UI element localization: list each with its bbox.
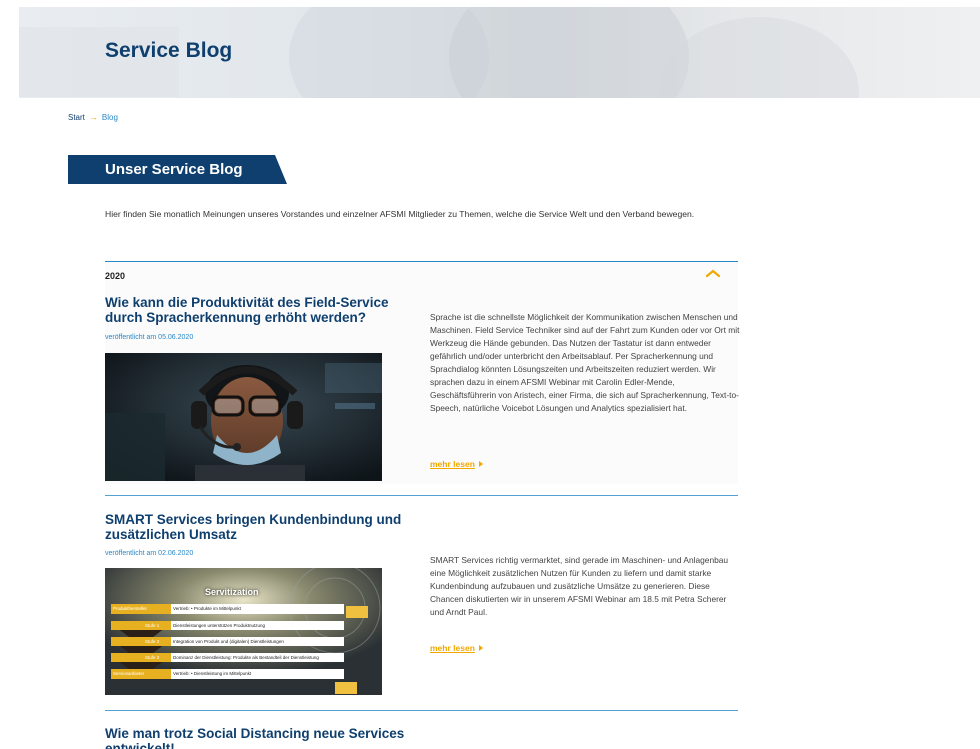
read-more-link[interactable]: mehr lesen [430,459,483,469]
breadcrumb: Start → Blog [68,112,118,122]
chevron-up-icon[interactable] [706,268,720,278]
read-more-label: mehr lesen [430,643,475,653]
read-more-link[interactable]: mehr lesen [430,643,483,653]
post-divider [105,710,738,711]
post-excerpt: SMART Services richtig vermarktet, sind … [430,555,729,617]
post-title[interactable]: SMART Services bringen Kundenbindung und… [105,512,415,542]
post-image[interactable] [105,353,382,481]
post-divider [105,495,738,496]
hero-bg-shape [659,17,859,98]
headset-photo [105,353,382,481]
graphic-row-text: Vertrieb: • Dienstleistung im Mittelpunk… [171,669,344,679]
arrow-right-icon: → [88,112,98,122]
graphic-row: Serviceanbieter Vertrieb: • Dienstleistu… [111,669,344,679]
graphic-row-text: Vertrieb: • Produkte im Mittelpunkt [171,604,344,614]
read-more-label: mehr lesen [430,459,475,469]
graphic-row-tag: Produkthersteller [111,604,171,614]
graphic-row-text: Dienstleistungen unterstützen Produktnut… [171,621,344,630]
breadcrumb-start-link[interactable]: Start [68,113,85,122]
graphic-heading: Servitization [205,587,259,597]
graphic-row-tag: Stufe 2 [111,637,171,646]
caret-right-icon [478,645,483,651]
graphic-row: Stufe 2 Integration von Produkt und (dig… [111,637,344,646]
post-title[interactable]: Wie man trotz Social Distancing neue Ser… [105,726,415,749]
accordion-year-label[interactable]: 2020 [105,271,125,281]
accordion-top-border [105,261,738,262]
post-excerpt: Sprache ist die schnellste Möglichkeit d… [430,312,740,413]
graphic-row: Produkthersteller Vertrieb: • Produkte i… [111,604,344,614]
graphic-row-tag: Stufe 3 [111,653,171,662]
graphic-row-tag: Stufe 1 [111,621,171,630]
hero-banner: Service Blog [19,7,980,98]
section-heading-banner: Unser Service Blog [68,155,287,184]
hero-bg-shape [449,7,689,98]
graphic-row-text: Dominanz der Dienstleistung: Produkte al… [171,653,344,662]
graphic-row-tag: Serviceanbieter [111,669,171,679]
graphic-row-text: Integration von Produkt und (digitalen) … [171,637,344,646]
section-title: Unser Service Blog [105,161,243,178]
post-title[interactable]: Wie kann die Produktivität des Field-Ser… [105,295,415,325]
post-date: veröffentlicht am 05.06.2020 [105,334,194,341]
page-title: Service Blog [105,39,233,62]
graphic-row: Stufe 1 Dienstleistungen unterstützen Pr… [111,621,344,630]
graphic-rows: Produkthersteller Vertrieb: • Produkte i… [111,604,344,679]
post-image[interactable]: Servitization Produkthersteller Vertrieb… [105,568,382,695]
graphic-row: Stufe 3 Dominanz der Dienstleistung: Pro… [111,653,344,662]
post-date: veröffentlicht am 02.06.2020 [105,550,194,557]
breadcrumb-current: Blog [101,112,118,122]
caret-right-icon [478,461,483,467]
intro-text: Hier finden Sie monatlich Meinungen unse… [105,209,695,219]
